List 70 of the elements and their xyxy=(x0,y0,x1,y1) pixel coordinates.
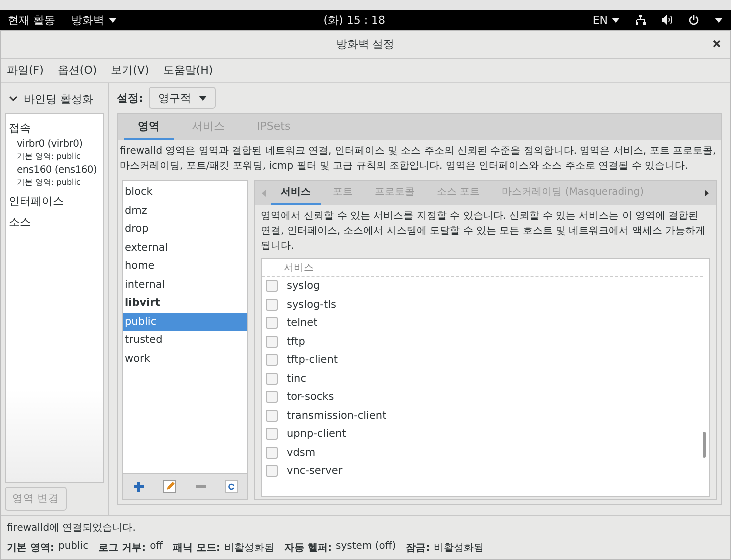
zones-description: firewalld 영역은 영역과 결합된 네트워크 연결, 인터페이스 및 소스 주소의 신뢰된 수준을 정의합니다. 영역은 서비스, 포트 프로토콜, 마스커레이딩, 포트/패킷 포워딩, icmp 필터 및 고급 규칙의 조합입니다. 영역은 인터페이스와 소스 주소로 연결될 수 있습니다. xyxy=(119,145,718,174)
zone-item[interactable]: dmz xyxy=(123,202,247,220)
caret-icon xyxy=(612,18,620,22)
service-name: upnp-client xyxy=(287,428,346,440)
menu-item[interactable]: 옵션(O) xyxy=(58,63,98,78)
zone-item[interactable]: trusted xyxy=(123,331,247,350)
status-field: 잠금: 비활성화됨 xyxy=(406,540,484,554)
connection-zone: 기본 영역: public xyxy=(17,177,82,188)
checkbox[interactable] xyxy=(266,317,278,330)
checkbox[interactable] xyxy=(266,354,278,366)
checkbox[interactable] xyxy=(266,465,278,478)
zone-item[interactable]: home xyxy=(123,257,247,276)
connection-name[interactable]: ens160 (ens160) xyxy=(17,165,100,176)
window-title: 방화벽 설정 xyxy=(336,37,395,52)
checkbox[interactable] xyxy=(266,336,278,348)
column-header[interactable]: 서비스 xyxy=(262,259,703,277)
connection-name[interactable]: virbr0 (virbr0) xyxy=(17,139,100,150)
status-field: 자동 헬퍼: system (off) xyxy=(284,540,396,554)
service-name: syslog-tls xyxy=(287,298,336,311)
service-name: syslog xyxy=(287,280,320,292)
caret-icon xyxy=(199,96,208,100)
service-name: tftp xyxy=(287,336,306,348)
checkbox[interactable] xyxy=(266,280,278,292)
checkbox[interactable] xyxy=(266,372,278,385)
edit-icon[interactable] xyxy=(162,480,176,494)
menu-item[interactable]: 도움말(H) xyxy=(163,63,214,78)
checkbox[interactable] xyxy=(266,428,278,440)
checkbox[interactable] xyxy=(266,410,278,422)
sidebar-heading[interactable]: 인터페이스 xyxy=(9,194,100,209)
service-name: vdsm xyxy=(287,446,316,459)
status-field: 기본 영역: public xyxy=(7,540,89,554)
connection-zone: 기본 영역: public xyxy=(17,151,82,162)
service-name: tftp-client xyxy=(287,354,338,366)
service-name: vnc-server xyxy=(287,465,343,478)
activities-button[interactable]: 현재 활동 xyxy=(8,12,56,28)
checkbox[interactable] xyxy=(266,391,278,404)
clock[interactable]: (화) 15 : 18 xyxy=(324,12,386,28)
service-name: transmission-client xyxy=(287,410,387,422)
config-dropdown[interactable]: 영구적 xyxy=(149,87,216,109)
caret-icon xyxy=(108,18,116,22)
app-menu[interactable]: 방화벽 xyxy=(72,12,116,28)
services-description: 영역에서 신뢰할 수 있는 서비스를 지정할 수 있습니다. 신뢰할 수 있는 서비스는 이 영역에 결합된 연결, 인터페이스, 소스에서 시스템에 도달할 수 있는 모든 호스트 및 네트워크에서 액세스 가능하게 됩니다. xyxy=(260,210,707,254)
zone-item[interactable]: drop xyxy=(123,220,247,238)
checkbox[interactable] xyxy=(266,446,278,459)
scrollbar-thumb[interactable] xyxy=(703,432,706,458)
zone-item[interactable]: work xyxy=(123,350,247,368)
network-icon[interactable] xyxy=(636,15,646,25)
binding-expander[interactable]: 바인딩 활성화 xyxy=(5,89,104,109)
menu-item[interactable]: 보기(V) xyxy=(111,63,150,78)
zone-item[interactable]: external xyxy=(123,238,247,257)
menu-item[interactable]: 파일(F) xyxy=(7,63,44,78)
status-field: 로그 거부: off xyxy=(98,540,164,554)
service-name: telnet xyxy=(287,317,318,330)
sidebar-heading[interactable]: 접속 xyxy=(9,121,100,136)
reload-icon[interactable] xyxy=(224,480,238,494)
service-name: tinc xyxy=(287,372,306,385)
service-name: tor-socks xyxy=(287,391,334,404)
zone-item[interactable]: libvirt xyxy=(123,294,247,312)
add-icon[interactable] xyxy=(132,480,146,494)
checkbox[interactable] xyxy=(266,298,278,311)
speaker-icon[interactable] xyxy=(662,15,673,25)
status-field: 패닉 모드: 비활성화됨 xyxy=(173,540,275,554)
config-label: 설정: xyxy=(117,90,144,106)
zone-item[interactable]: internal xyxy=(123,276,247,294)
language-menu[interactable]: EN xyxy=(592,14,620,26)
zone-item[interactable]: block xyxy=(123,183,247,202)
status-message: firewalld에 연결되었습니다. xyxy=(7,522,137,534)
sidebar-heading[interactable]: 소스 xyxy=(9,215,100,230)
caret-icon xyxy=(715,18,723,22)
power-icon[interactable] xyxy=(689,15,699,25)
